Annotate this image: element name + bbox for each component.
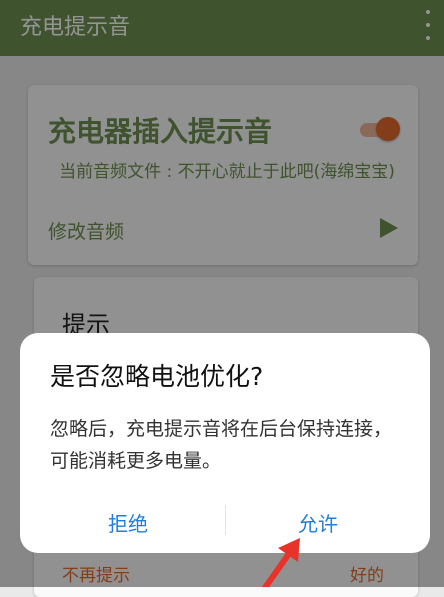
- button-divider: [225, 505, 226, 535]
- dialog-message: 忽略后，充电提示音将在后台保持连接，可能消耗更多电量。: [50, 418, 393, 472]
- allow-button[interactable]: 允许: [298, 508, 338, 537]
- battery-optimization-dialog: 是否忽略电池优化? 忽略后，充电提示音将在后台保持连接，可能消耗更多电量。 拒绝…: [20, 333, 430, 553]
- reject-button[interactable]: 拒绝: [108, 508, 148, 537]
- dialog-title: 是否忽略电池优化?: [50, 362, 264, 391]
